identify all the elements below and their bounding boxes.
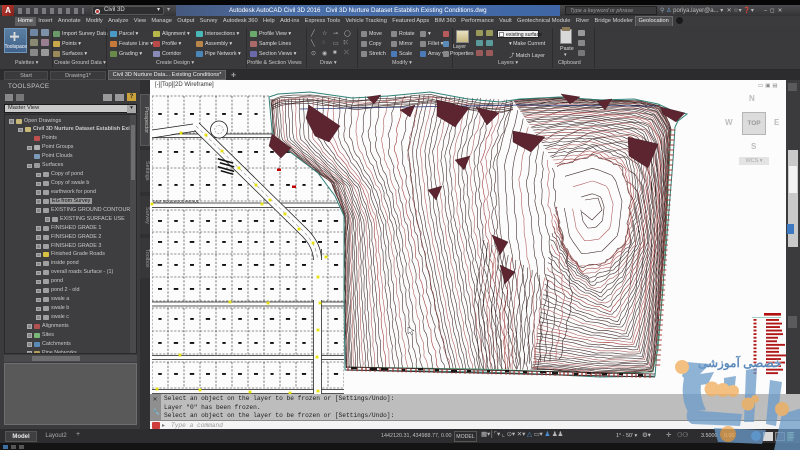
svg-text:EAST RIDGEWOOD AVENUE: EAST RIDGEWOOD AVENUE [153, 200, 200, 204]
